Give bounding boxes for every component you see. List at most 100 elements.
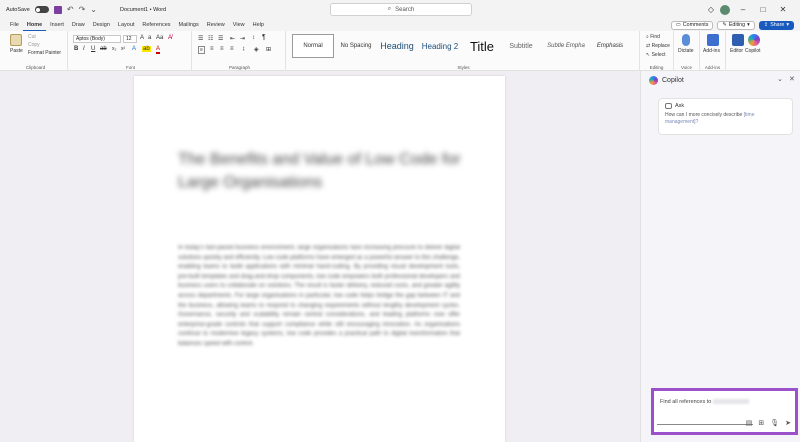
shrink-font-icon[interactable]: a (148, 35, 151, 41)
editing-button[interactable]: ✎ Editing ▾ (717, 20, 755, 30)
subscript-icon[interactable]: x₂ (112, 46, 116, 52)
change-case-icon[interactable]: Aa (156, 35, 163, 41)
pilcrow-icon[interactable]: ¶ (262, 34, 266, 41)
close-icon[interactable]: ✕ (776, 5, 790, 14)
ask-label: Ask (675, 103, 685, 109)
copilot-prompt-box[interactable]: Find all references to ▤ ⊞ 🎙 ➤ (651, 388, 798, 435)
style-emphasis[interactable]: Emphasis (592, 34, 628, 58)
justify-icon[interactable]: ≡ (230, 46, 234, 52)
document-page[interactable]: The Benefits and Value of Low Code for L… (134, 76, 505, 442)
tab-references[interactable]: References (138, 19, 174, 31)
paste-icon[interactable] (10, 34, 22, 46)
grow-font-icon[interactable]: A (140, 35, 144, 41)
tab-layout[interactable]: Layout (114, 19, 139, 31)
diamond-icon[interactable]: ◇ (708, 5, 714, 14)
redo-icon[interactable]: ↷ (79, 5, 86, 14)
send-icon[interactable]: ➤ (785, 419, 791, 427)
addins-icon[interactable] (707, 34, 719, 46)
align-right-icon[interactable]: ≡ (220, 46, 224, 52)
style-normal[interactable]: Normal (292, 34, 334, 58)
save-icon[interactable] (53, 5, 62, 14)
font-color-icon[interactable]: A (156, 46, 161, 54)
addins-button[interactable]: Add-ins (703, 48, 720, 54)
tab-design[interactable]: Design (89, 19, 114, 31)
editing-label: Editing (649, 65, 664, 70)
copilot-icon[interactable] (748, 34, 760, 46)
numbering-icon[interactable]: ☷ (208, 35, 213, 42)
editor-icon[interactable] (732, 34, 744, 46)
multilevel-icon[interactable]: ☰ (218, 35, 223, 42)
highlight-icon[interactable]: ab (142, 46, 151, 52)
ask-suggestion-card[interactable]: Ask How can I more concisely describe [t… (658, 98, 793, 135)
autosave-toggle[interactable] (34, 6, 49, 13)
tab-draw[interactable]: Draw (68, 19, 89, 31)
copilot-title: Copilot (662, 77, 684, 84)
avatar[interactable] (720, 4, 730, 15)
align-left-icon[interactable]: ≡ (198, 46, 205, 54)
superscript-icon[interactable]: x² (121, 46, 125, 52)
editor-button[interactable]: Editor (730, 48, 743, 54)
input-underline (657, 424, 753, 425)
tab-view[interactable]: View (229, 19, 249, 31)
comments-button[interactable]: ▭ Comments (670, 20, 714, 30)
close-pane-icon[interactable]: ✕ (789, 75, 795, 83)
find-button[interactable]: ⌕ Find (646, 34, 660, 40)
tab-insert[interactable]: Insert (46, 19, 68, 31)
autosave-label: AutoSave (6, 6, 30, 13)
select-button[interactable]: ↖ Select (646, 52, 666, 58)
style-title[interactable]: Title (466, 34, 498, 58)
decrease-indent-icon[interactable]: ⇤ (230, 35, 235, 42)
copilot-button[interactable]: Copilot (745, 48, 761, 54)
font-size-select[interactable]: 12 (123, 35, 137, 43)
copilot-prompt-input[interactable]: Find all references to (660, 399, 750, 405)
dictate-button[interactable]: Dictate (678, 48, 694, 54)
clear-format-icon[interactable]: A̸ (168, 35, 172, 41)
sort-icon[interactable]: ↕ (252, 35, 255, 41)
bold-icon[interactable]: B (74, 46, 78, 52)
strikethrough-icon[interactable]: ab (100, 46, 107, 52)
maximize-icon[interactable]: □ (756, 5, 770, 14)
increase-indent-icon[interactable]: ⇥ (240, 35, 245, 42)
microphone-icon[interactable] (682, 34, 690, 46)
style-heading[interactable]: Heading (378, 34, 416, 58)
tab-home[interactable]: Home (22, 19, 47, 31)
tab-help[interactable]: Help (249, 19, 268, 31)
style-no-spacing[interactable]: No Spacing (338, 34, 374, 58)
minimize-icon[interactable]: – (736, 5, 750, 14)
paste-button[interactable]: Paste (10, 48, 23, 54)
tab-review[interactable]: Review (203, 19, 229, 31)
style-subtle-emphasis[interactable]: Subtle Empha (544, 34, 588, 58)
search-box[interactable]: ⌕ Search (330, 3, 472, 16)
format-painter-button[interactable]: Format Painter (28, 50, 61, 56)
bullets-icon[interactable]: ☰ (198, 35, 203, 42)
clipboard-group: Paste Cut Copy Format Painter Clipboard (4, 31, 68, 71)
borders-icon[interactable]: ⊞ (266, 46, 271, 53)
text-effects-icon[interactable]: A (132, 46, 136, 52)
style-heading-2[interactable]: Heading 2 (420, 34, 460, 58)
prompt-guide-icon[interactable]: ▤ (746, 419, 753, 427)
editor-copilot-group: Editor Copilot (726, 31, 800, 71)
italic-icon[interactable]: I (83, 46, 85, 52)
align-center-icon[interactable]: ≡ (210, 46, 214, 52)
chevron-down-icon[interactable]: ⌄ (777, 75, 783, 83)
style-subtitle[interactable]: Subtitle (506, 34, 536, 58)
search-icon: ⌕ (387, 6, 392, 12)
share-button[interactable]: ⇪ Share ▾ (758, 20, 794, 30)
tab-mailings[interactable]: Mailings (175, 19, 203, 31)
addins-group: Add-ins Add-ins (700, 31, 726, 71)
cut-button[interactable]: Cut (28, 34, 36, 40)
shading-icon[interactable]: ◈ (254, 46, 259, 53)
line-spacing-icon[interactable]: ↨ (242, 46, 245, 52)
title-bar: AutoSave ↶ ↷ ⌄ Document1 • Word ⌕ Search… (0, 0, 800, 19)
copy-button[interactable]: Copy (28, 42, 40, 48)
tab-file[interactable]: File (6, 19, 23, 31)
microphone-icon[interactable]: 🎙 (770, 419, 779, 427)
paragraph-group: ☰ ☷ ☰ ⇤ ⇥ ↕ ¶ ≡ ≡ ≡ ≡ ↨ ◈ ⊞ Paragraph (194, 31, 286, 71)
chevron-down-icon: ▾ (786, 22, 789, 28)
more-icon[interactable]: ⌄ (90, 5, 97, 14)
underline-icon[interactable]: U (91, 46, 95, 52)
undo-icon[interactable]: ↶ (67, 5, 74, 14)
replace-button[interactable]: ⇄ Replace (646, 43, 670, 49)
font-name-select[interactable]: Aptos (Body) (73, 35, 121, 43)
attach-icon[interactable]: ⊞ (758, 419, 764, 427)
